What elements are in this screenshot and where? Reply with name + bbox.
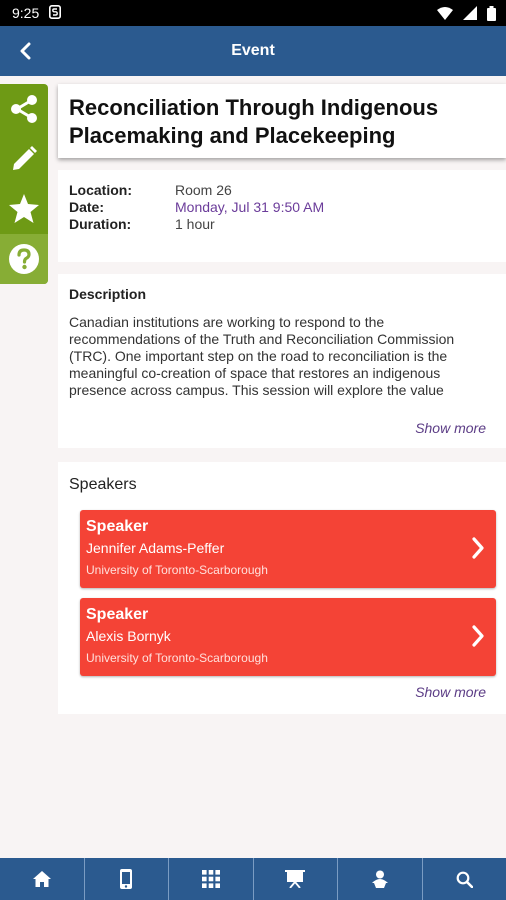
grid-icon [201,870,220,888]
speaker-org: University of Toronto-Scarborough [86,563,268,577]
description-show-more-link[interactable]: Show more [415,420,486,436]
wifi-icon [437,6,453,20]
speaker-name: Alexis Bornyk [86,628,171,644]
chevron-left-icon [20,42,31,60]
description-section: Description Canadian institutions are wo… [58,274,506,448]
presentation-icon [285,870,306,888]
nav-home[interactable] [0,858,84,900]
back-button[interactable] [10,36,40,66]
event-info: Location: Room 26 Date: Monday, Jul 31 9… [58,170,506,262]
favorite-button[interactable] [0,184,48,234]
star-icon [9,194,39,223]
date-value[interactable]: Monday, Jul 31 9:50 AM [175,199,324,216]
bottom-nav [0,858,506,900]
help-button[interactable] [0,234,48,284]
duration-label: Duration: [69,216,132,232]
description-text: Canadian institutions are working to res… [69,314,455,401]
date-row: Date: Monday, Jul 31 9:50 AM [69,199,495,216]
nav-person[interactable] [337,858,422,900]
home-icon [32,871,51,887]
location-label: Location: [69,182,132,198]
chevron-right-icon [472,625,484,647]
share-icon [11,95,37,123]
speaker-org: University of Toronto-Scarborough [86,651,268,665]
search-icon [456,871,473,888]
status-bar: 9:25 [0,0,506,26]
nav-presentation[interactable] [252,858,338,900]
speaker-card[interactable]: Speaker Jennifer Adams-Peffer University… [80,510,496,588]
nav-phone[interactable] [83,858,169,900]
description-heading: Description [69,286,147,302]
help-icon [9,244,39,274]
signal-icon [463,6,477,20]
s-app-icon [49,4,62,22]
side-action-strip [0,84,48,284]
location-value: Room 26 [175,182,232,198]
nav-grid[interactable] [168,858,253,900]
app-bar: Event [0,26,506,76]
status-time: 9:25 [12,5,40,21]
speaker-role: Speaker [86,518,149,535]
chevron-right-icon [472,537,484,559]
speaker-card[interactable]: Speaker Alexis Bornyk University of Toro… [80,598,496,676]
nav-search[interactable] [421,858,506,900]
speakers-section: Speakers Speaker Jennifer Adams-Peffer U… [58,462,506,714]
battery-icon [487,5,496,21]
person-icon [371,870,388,888]
page-title: Event [231,42,275,59]
share-button[interactable] [0,84,48,134]
location-row: Location: Room 26 [69,182,495,199]
edit-icon [13,146,37,170]
event-title: Reconciliation Through Indigenous Placem… [69,95,439,148]
speaker-role: Speaker [86,606,149,623]
duration-row: Duration: 1 hour [69,216,495,233]
edit-button[interactable] [0,134,48,184]
speakers-heading: Speakers [69,476,137,493]
speakers-show-more-link[interactable]: Show more [415,684,486,700]
duration-value: 1 hour [175,216,215,232]
event-title-card: Reconciliation Through Indigenous Placem… [58,84,506,158]
phone-icon [120,869,133,889]
speaker-name: Jennifer Adams-Peffer [86,540,225,556]
date-label: Date: [69,199,105,215]
